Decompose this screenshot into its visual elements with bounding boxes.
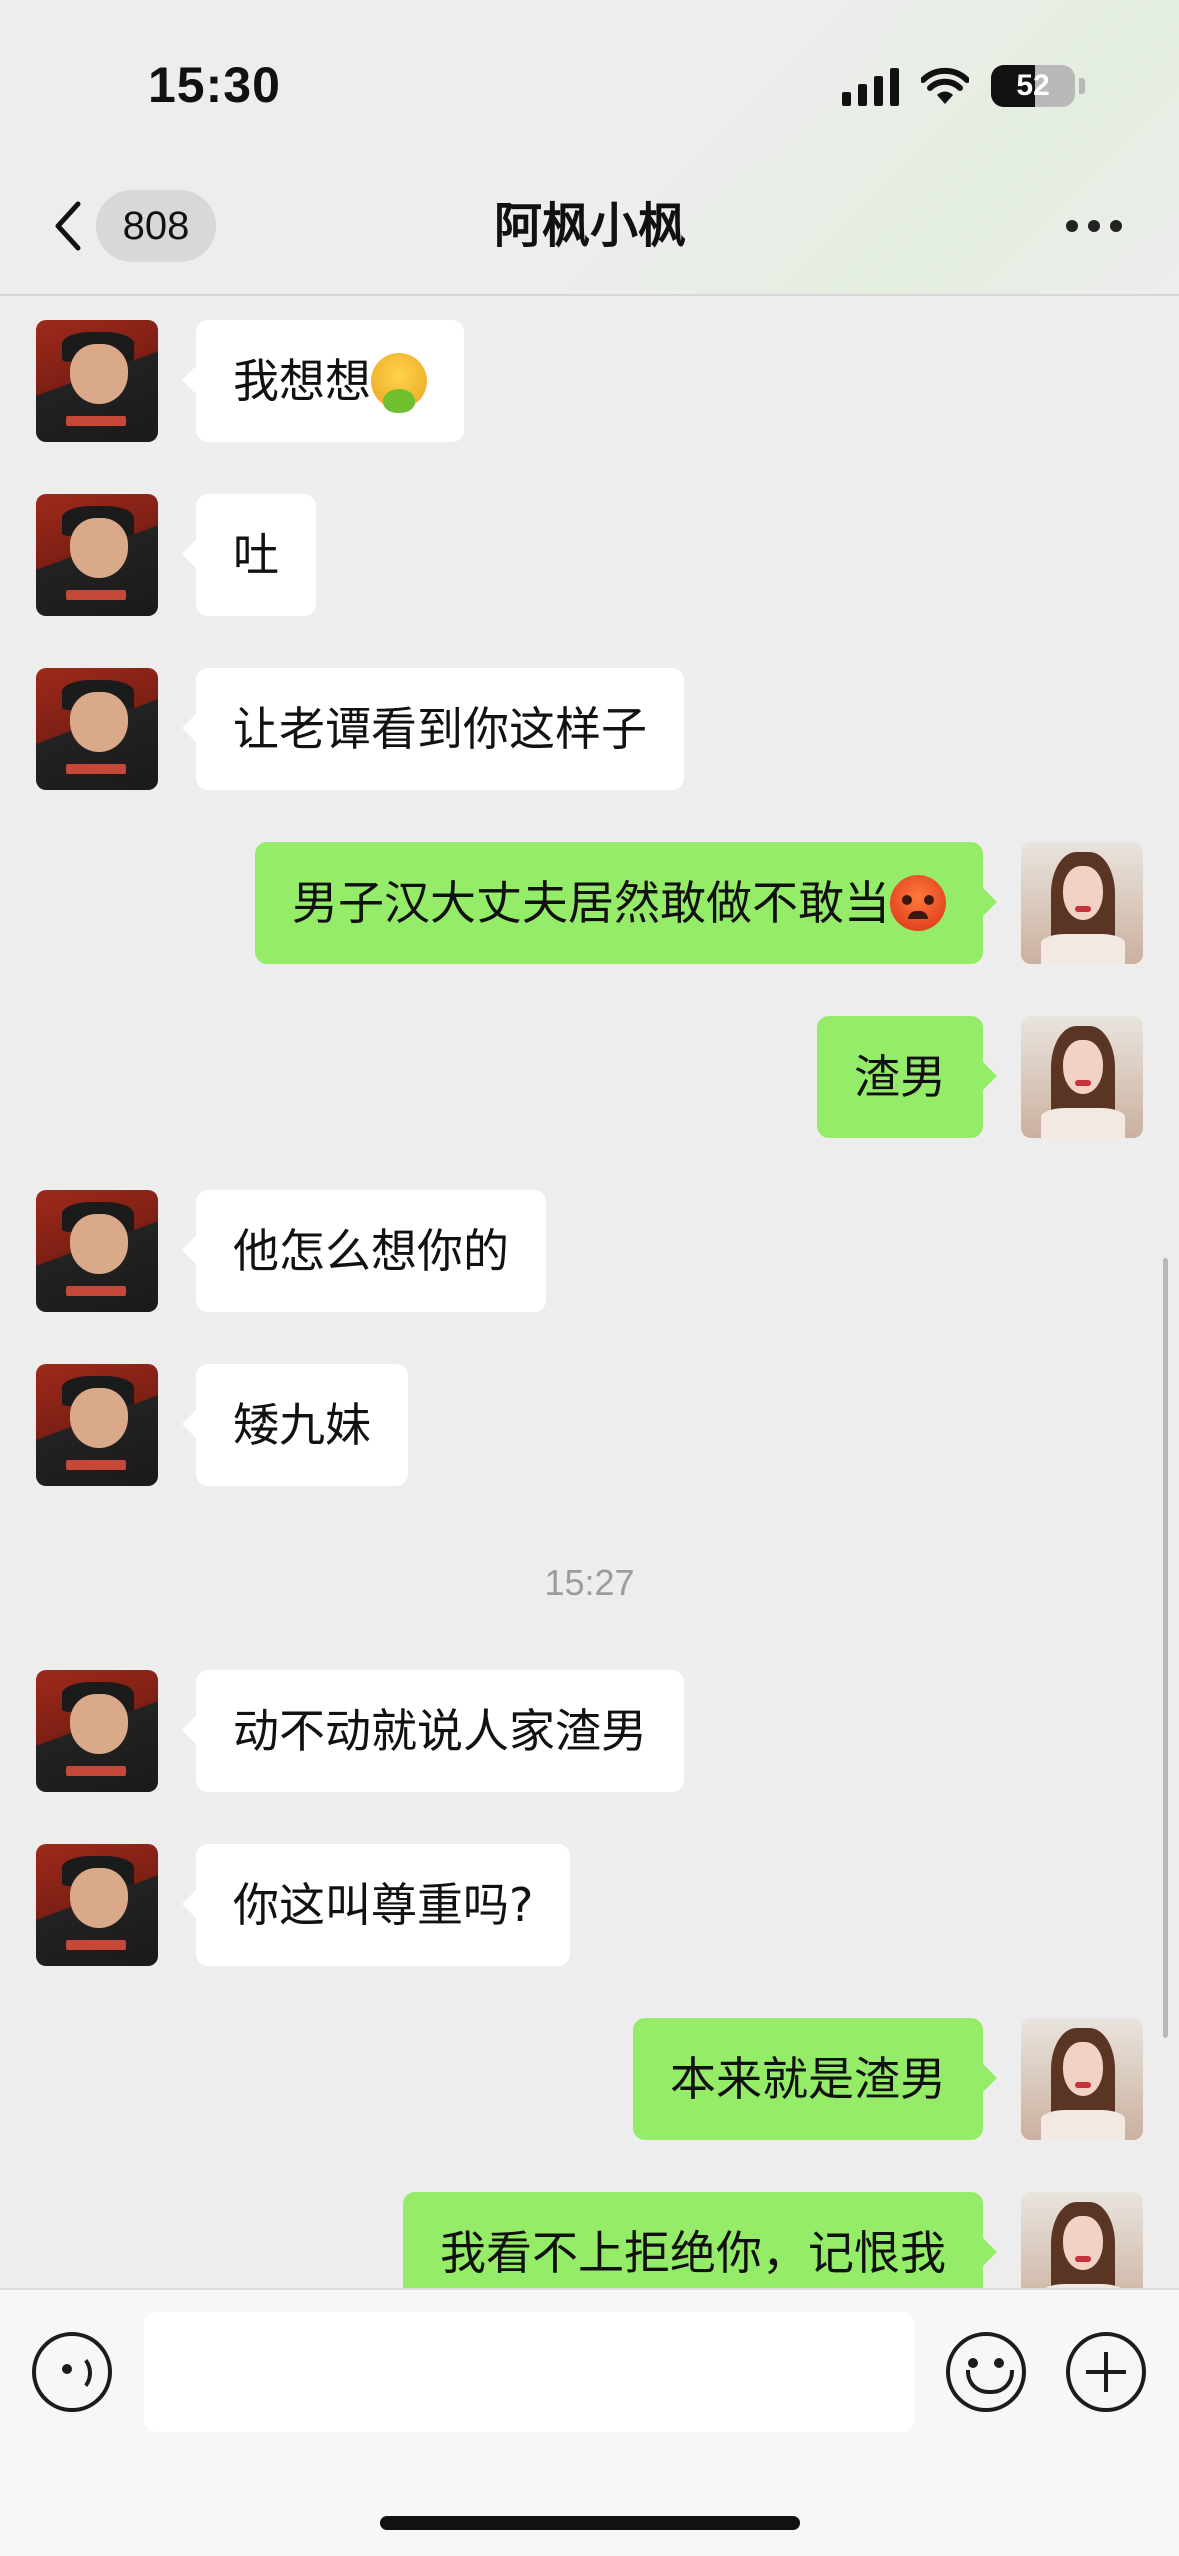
emoji-icon[interactable] — [946, 2332, 1026, 2412]
contact-avatar[interactable] — [36, 320, 158, 442]
home-indicator[interactable] — [380, 2516, 800, 2530]
status-time: 15:30 — [148, 57, 281, 113]
battery-level: 52 — [1016, 69, 1050, 102]
message-text: 我看不上拒绝你，记恨我 — [440, 2226, 946, 2280]
message-bubble-incoming[interactable]: 动不动就说人家渣男 — [182, 1670, 684, 1792]
message-text: 吐 — [233, 528, 279, 582]
unread-count-badge[interactable]: 808 — [96, 190, 216, 262]
chat-history[interactable]: 我想想 吐 让老谭看到你这样子 男子汉大丈夫居然敢做不敢当 渣男 他怎么想你的 … — [0, 298, 1179, 2288]
message-text: 动不动就说人家渣男 — [233, 1704, 647, 1758]
contact-avatar[interactable] — [36, 1190, 158, 1312]
message-text: 你这叫尊重吗? — [233, 1878, 534, 1932]
message-text: 我想想 — [233, 354, 371, 408]
top-bar: 15:30 52 808 阿枫小枫 — [0, 0, 1179, 296]
angry-face-icon — [890, 874, 946, 931]
message-text: 渣男 — [854, 1050, 946, 1104]
message-bubble-outgoing[interactable]: 本来就是渣男 — [633, 2018, 997, 2140]
message-bubble-incoming[interactable]: 矮九妹 — [182, 1364, 408, 1486]
message-bubble-incoming[interactable]: 他怎么想你的 — [182, 1190, 546, 1312]
my-avatar[interactable] — [1021, 842, 1143, 964]
message-bubble-outgoing[interactable]: 我看不上拒绝你，记恨我 — [403, 2192, 997, 2288]
message-timestamp: 15:27 — [544, 1562, 635, 1603]
nauseated-face-icon — [371, 352, 427, 413]
message-bubble-outgoing[interactable]: 渣男 — [817, 1016, 997, 1138]
message-bubble-incoming[interactable]: 我想想 — [182, 320, 464, 442]
message-text: 让老谭看到你这样子 — [233, 702, 647, 756]
contact-avatar[interactable] — [36, 1844, 158, 1966]
message-text: 他怎么想你的 — [233, 1224, 509, 1278]
message-text: 本来就是渣男 — [670, 2052, 946, 2106]
message-text: 矮九妹 — [233, 1398, 371, 1452]
input-bar — [0, 2288, 1179, 2556]
voice-input-icon[interactable] — [32, 2332, 112, 2412]
scrollbar[interactable] — [1163, 1258, 1168, 2038]
message-bubble-outgoing[interactable]: 男子汉大丈夫居然敢做不敢当 — [255, 842, 997, 964]
cellular-signal-icon — [842, 66, 899, 106]
contact-avatar[interactable] — [36, 668, 158, 790]
my-avatar[interactable] — [1021, 2018, 1143, 2140]
my-avatar[interactable] — [1021, 1016, 1143, 1138]
chat-title: 阿枫小枫 — [493, 198, 686, 254]
my-avatar[interactable] — [1021, 2192, 1143, 2288]
contact-avatar[interactable] — [36, 494, 158, 616]
message-bubble-incoming[interactable]: 吐 — [182, 494, 316, 616]
back-chevron-icon[interactable] — [44, 190, 94, 262]
message-text: 男子汉大丈夫居然敢做不敢当 — [292, 876, 890, 930]
plus-icon[interactable] — [1066, 2332, 1146, 2412]
message-input[interactable] — [144, 2312, 914, 2432]
message-bubble-incoming[interactable]: 让老谭看到你这样子 — [182, 668, 684, 790]
status-icons: 52 — [842, 62, 1085, 110]
message-bubble-incoming[interactable]: 你这叫尊重吗? — [181, 1844, 571, 1966]
battery-icon: 52 — [991, 65, 1075, 107]
more-options-icon[interactable] — [1056, 190, 1132, 262]
wifi-icon — [921, 67, 969, 104]
contact-avatar[interactable] — [36, 1670, 158, 1792]
contact-avatar[interactable] — [36, 1364, 158, 1486]
